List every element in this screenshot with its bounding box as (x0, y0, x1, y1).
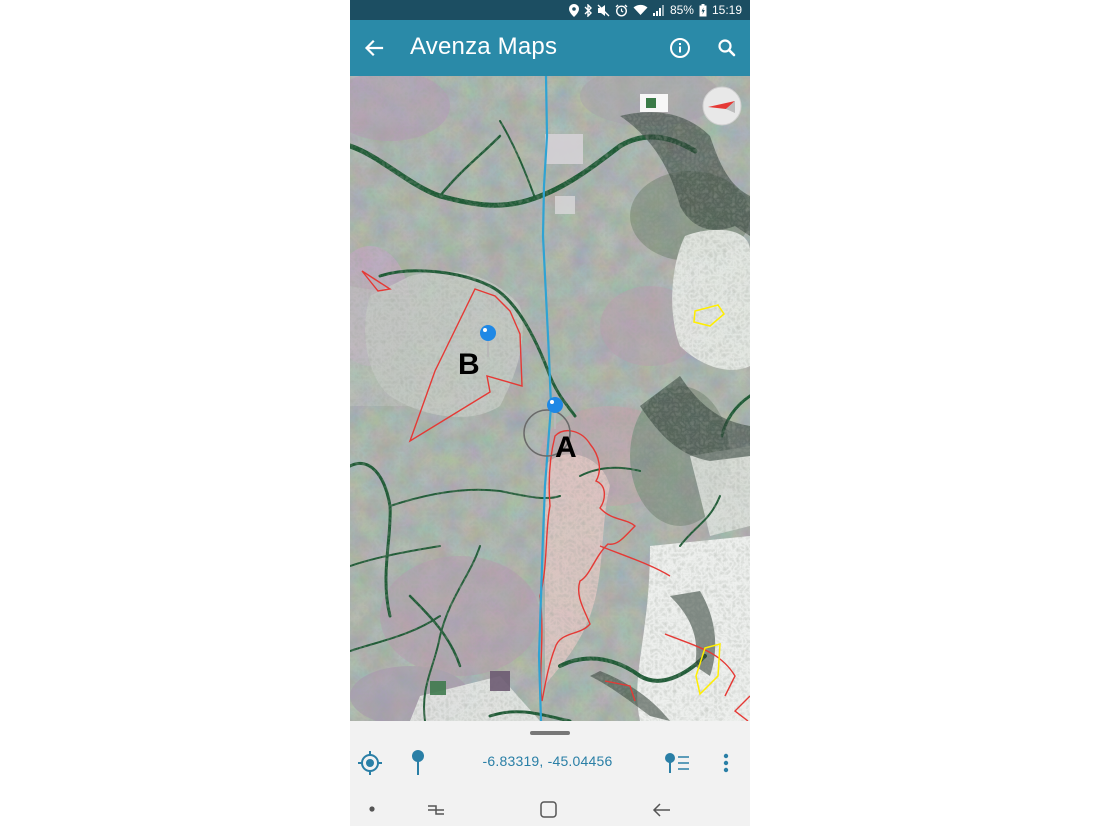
bluetooth-icon (584, 3, 592, 17)
pin-b[interactable] (477, 324, 499, 358)
more-options-button[interactable] (716, 749, 736, 777)
app-bar: Avenza Maps (350, 20, 750, 76)
back-icon (652, 803, 670, 817)
map-label-a: A (555, 431, 577, 464)
compass-icon (702, 86, 742, 126)
bottom-toolbar: -6.83319, -45.04456 (350, 721, 750, 793)
battery-icon (699, 3, 707, 16)
drag-handle[interactable] (530, 731, 570, 735)
pin-a[interactable] (544, 396, 566, 430)
status-bar: 85% 15:19 (350, 0, 750, 20)
signal-icon (652, 5, 664, 16)
locate-button[interactable] (356, 749, 384, 777)
location-icon (568, 3, 579, 17)
nav-dot-icon (369, 806, 375, 812)
gps-locate-icon (358, 751, 382, 775)
map-pin-icon (480, 325, 496, 357)
home-icon (540, 801, 557, 818)
map-pin-icon (547, 397, 563, 429)
more-vert-icon (723, 753, 729, 773)
battery-percent: 85% (669, 3, 694, 17)
info-button[interactable] (666, 34, 694, 62)
mute-icon (597, 4, 610, 16)
compass-button[interactable] (702, 86, 742, 126)
home-button[interactable] (536, 798, 560, 822)
drop-pin-icon (412, 750, 424, 775)
coordinates-readout[interactable]: -6.83319, -45.04456 (460, 753, 635, 769)
search-icon (718, 39, 736, 57)
search-button[interactable] (713, 34, 741, 62)
status-icons: 85% 15:19 (568, 2, 742, 18)
alarm-icon (615, 4, 628, 17)
back-button[interactable] (360, 34, 388, 62)
arrow-back-icon (364, 39, 384, 57)
recents-icon (428, 805, 444, 815)
info-icon (670, 38, 690, 58)
pin-list-button[interactable] (662, 749, 692, 777)
nav-dot-button[interactable] (364, 801, 380, 817)
map-view[interactable]: B A (350, 76, 750, 721)
app-title: Avenza Maps (410, 33, 558, 60)
pin-list-icon (665, 753, 689, 773)
clock: 15:19 (711, 3, 742, 17)
phone-screen: 85% 15:19 Avenza Maps B A -6.83319, -45.… (350, 0, 750, 826)
drop-pin-button[interactable] (408, 749, 428, 777)
map-label-b: B (458, 348, 480, 381)
nav-back-button[interactable] (650, 798, 674, 822)
system-nav-bar (350, 793, 750, 826)
wifi-icon (633, 4, 648, 15)
recents-button[interactable] (424, 798, 448, 822)
